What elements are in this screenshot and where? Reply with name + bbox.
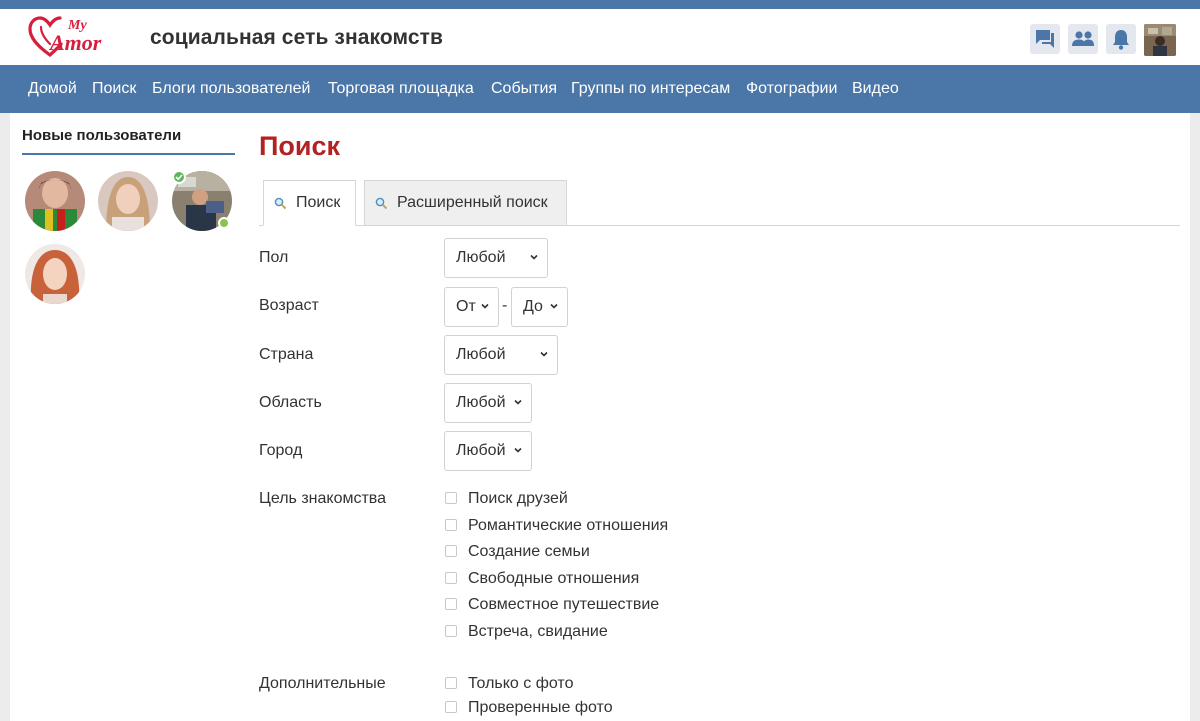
gender-value: Любой	[456, 249, 506, 266]
top-strip	[0, 0, 1200, 9]
notifications-button[interactable]	[1106, 24, 1136, 54]
goal-label: Цель знакомства	[259, 490, 387, 507]
chevron-down-icon	[481, 303, 489, 309]
nav-item-events[interactable]: События	[491, 80, 557, 98]
goal-checkbox-travel[interactable]	[445, 598, 457, 610]
new-user-avatar[interactable]	[25, 171, 85, 231]
site-title: социальная сеть знакомств	[150, 26, 444, 49]
age-to-select[interactable]: До	[511, 287, 568, 327]
goal-checkbox-free[interactable]	[445, 572, 457, 584]
country-select[interactable]: Любой	[444, 335, 558, 375]
goal-option-friends[interactable]: Поиск друзей	[468, 490, 568, 508]
region-label: Область	[259, 394, 322, 411]
messages-button[interactable]	[1030, 24, 1060, 54]
nav-item-video[interactable]: Видео	[852, 80, 899, 98]
nav-item-photos[interactable]: Фотографии	[746, 80, 837, 98]
page-title: Поиск	[259, 131, 341, 161]
search-icon	[375, 197, 388, 210]
goal-checkbox-friends[interactable]	[445, 492, 457, 504]
age-separator: -	[502, 297, 508, 314]
tab-advanced-search[interactable]: Расширенный поиск	[364, 180, 567, 226]
goal-checkbox-date[interactable]	[445, 625, 457, 637]
main-nav: Домой Поиск Блоги пользователей Торговая…	[0, 65, 1200, 113]
age-to-value: До	[523, 298, 543, 315]
country-value: Любой	[456, 346, 506, 363]
gender-select[interactable]: Любой	[444, 238, 548, 278]
friends-icon	[1072, 31, 1094, 46]
city-select[interactable]: Любой	[444, 431, 532, 471]
chevron-down-icon	[514, 399, 522, 405]
user-avatar[interactable]	[1144, 24, 1176, 56]
friends-button[interactable]	[1068, 24, 1098, 54]
goal-option-free[interactable]: Свободные отношения	[468, 570, 639, 588]
new-user-avatar[interactable]	[98, 171, 158, 231]
logo[interactable]: My Amor	[28, 15, 120, 59]
country-label: Страна	[259, 346, 314, 363]
tab-advanced-search-label: Расширенный поиск	[397, 194, 548, 211]
search-icon	[274, 197, 287, 210]
goal-option-romance[interactable]: Романтические отношения	[468, 517, 668, 535]
verified-badge	[172, 170, 186, 184]
goal-option-family[interactable]: Создание семьи	[468, 543, 590, 561]
header: My Amor социальная сеть знакомств	[0, 9, 1200, 65]
avatar-photo	[1144, 24, 1176, 56]
messages-icon	[1036, 30, 1054, 48]
extra-option-verified-photo[interactable]: Проверенные фото	[468, 699, 613, 717]
chevron-down-icon	[530, 254, 538, 260]
gender-label: Пол	[259, 249, 289, 266]
chevron-down-icon	[550, 303, 558, 309]
divider	[22, 153, 235, 155]
goal-checkbox-family[interactable]	[445, 545, 457, 557]
age-from-select[interactable]: От	[444, 287, 499, 327]
age-label: Возраст	[259, 297, 319, 314]
goal-option-travel[interactable]: Совместное путешествие	[468, 596, 659, 614]
extra-label: Дополнительные	[259, 675, 386, 692]
check-icon	[175, 174, 183, 181]
chevron-down-icon	[540, 351, 548, 357]
chevron-down-icon	[514, 447, 522, 453]
city-value: Любой	[456, 442, 506, 459]
region-value: Любой	[456, 394, 506, 411]
online-indicator	[218, 217, 230, 229]
age-from-value: От	[456, 298, 476, 315]
extra-checkbox-verified-photo[interactable]	[445, 701, 457, 713]
nav-item-groups[interactable]: Группы по интересам	[571, 80, 730, 98]
bell-icon	[1113, 30, 1129, 50]
nav-item-search[interactable]: Поиск	[92, 80, 136, 98]
page-content: Новые пользователи Поиск Поиск Расширенн…	[10, 113, 1190, 721]
svg-text:Amor: Amor	[48, 30, 102, 55]
extra-option-with-photo[interactable]: Только с фото	[468, 675, 573, 693]
goal-checkbox-romance[interactable]	[445, 519, 457, 531]
new-user-avatar[interactable]	[25, 244, 85, 304]
extra-checkbox-with-photo[interactable]	[445, 677, 457, 689]
new-users-title: Новые пользователи	[22, 127, 182, 144]
city-label: Город	[259, 442, 303, 459]
nav-item-home[interactable]: Домой	[28, 80, 77, 98]
nav-item-marketplace[interactable]: Торговая площадка	[328, 80, 474, 98]
region-select[interactable]: Любой	[444, 383, 532, 423]
tab-search[interactable]: Поиск	[263, 180, 356, 226]
goal-option-date[interactable]: Встреча, свидание	[468, 623, 608, 641]
tab-search-label: Поиск	[296, 194, 341, 211]
nav-item-blogs[interactable]: Блоги пользователей	[152, 80, 310, 98]
